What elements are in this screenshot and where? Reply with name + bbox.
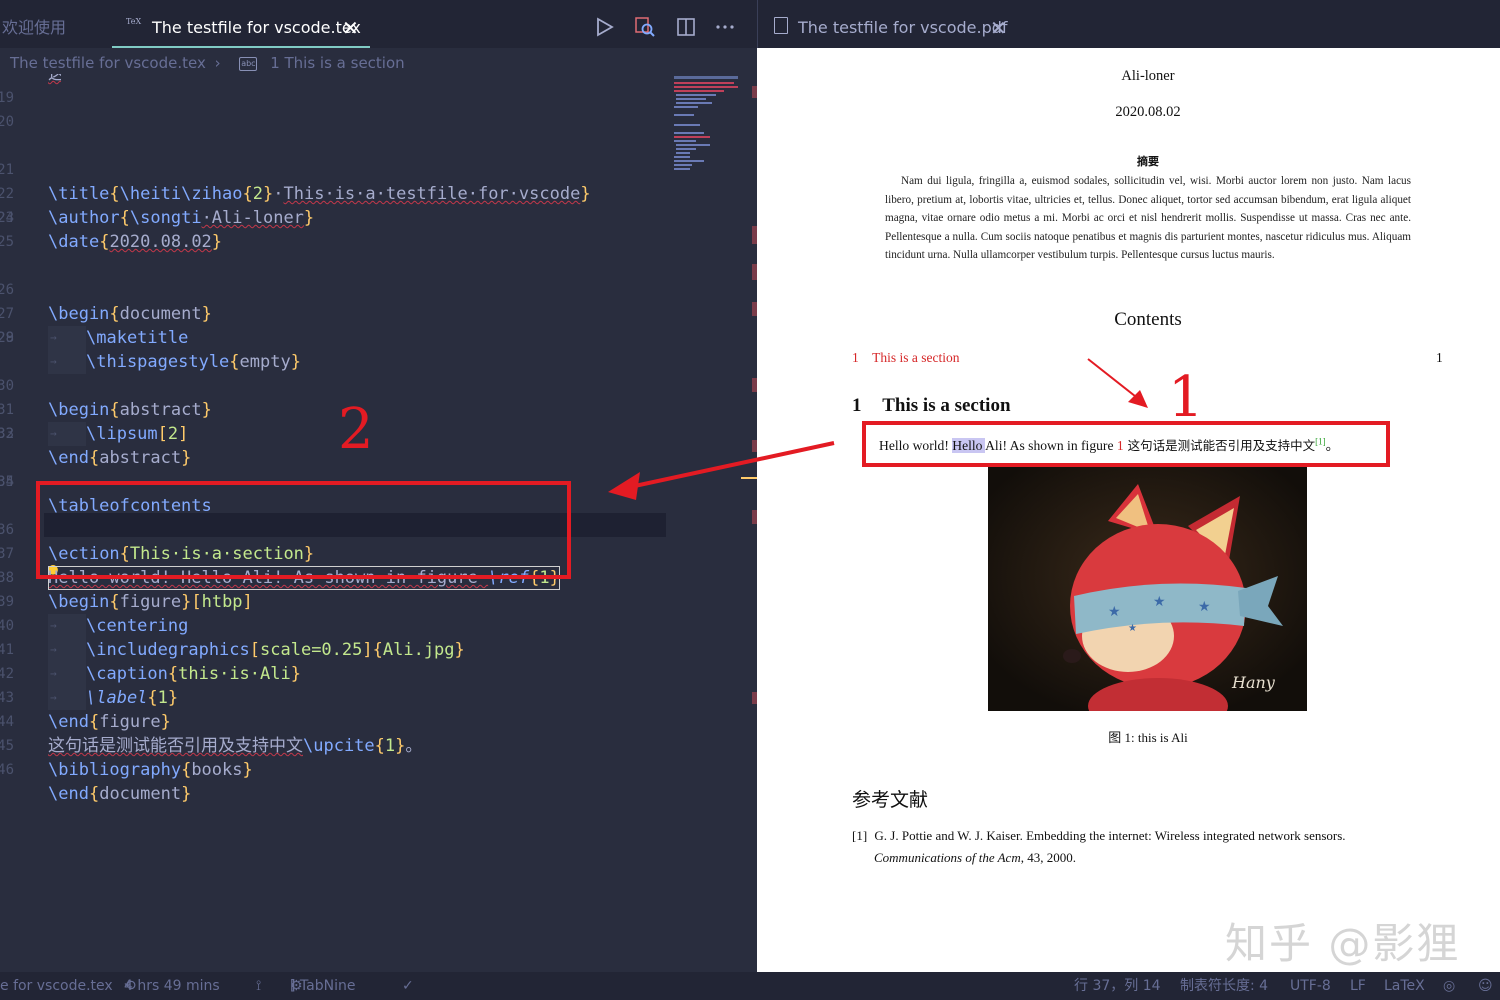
git-commit-icon[interactable]: ⟟ [256, 972, 261, 1000]
annotation-arrows [608, 358, 1148, 500]
status-encoding[interactable]: UTF-8 [1290, 972, 1331, 1000]
status-bar: e for vscode.tex ⟲ 4 hrs 49 mins ⟟ [ TabN… [0, 972, 1500, 1000]
feedback-icon[interactable]: ☺ [1478, 972, 1493, 1000]
check-icon[interactable]: ✓ [402, 972, 414, 1000]
status-file[interactable]: e for vscode.tex [0, 972, 113, 1000]
broadcast-icon[interactable]: ◎ [1443, 972, 1455, 1000]
status-eol[interactable]: LF [1350, 972, 1366, 1000]
status-tabsize[interactable]: 制表符长度: 4 [1180, 972, 1268, 1000]
status-language[interactable]: LaTeX [1384, 972, 1425, 1000]
status-position[interactable]: 行 37，列 14 [1074, 972, 1161, 1000]
